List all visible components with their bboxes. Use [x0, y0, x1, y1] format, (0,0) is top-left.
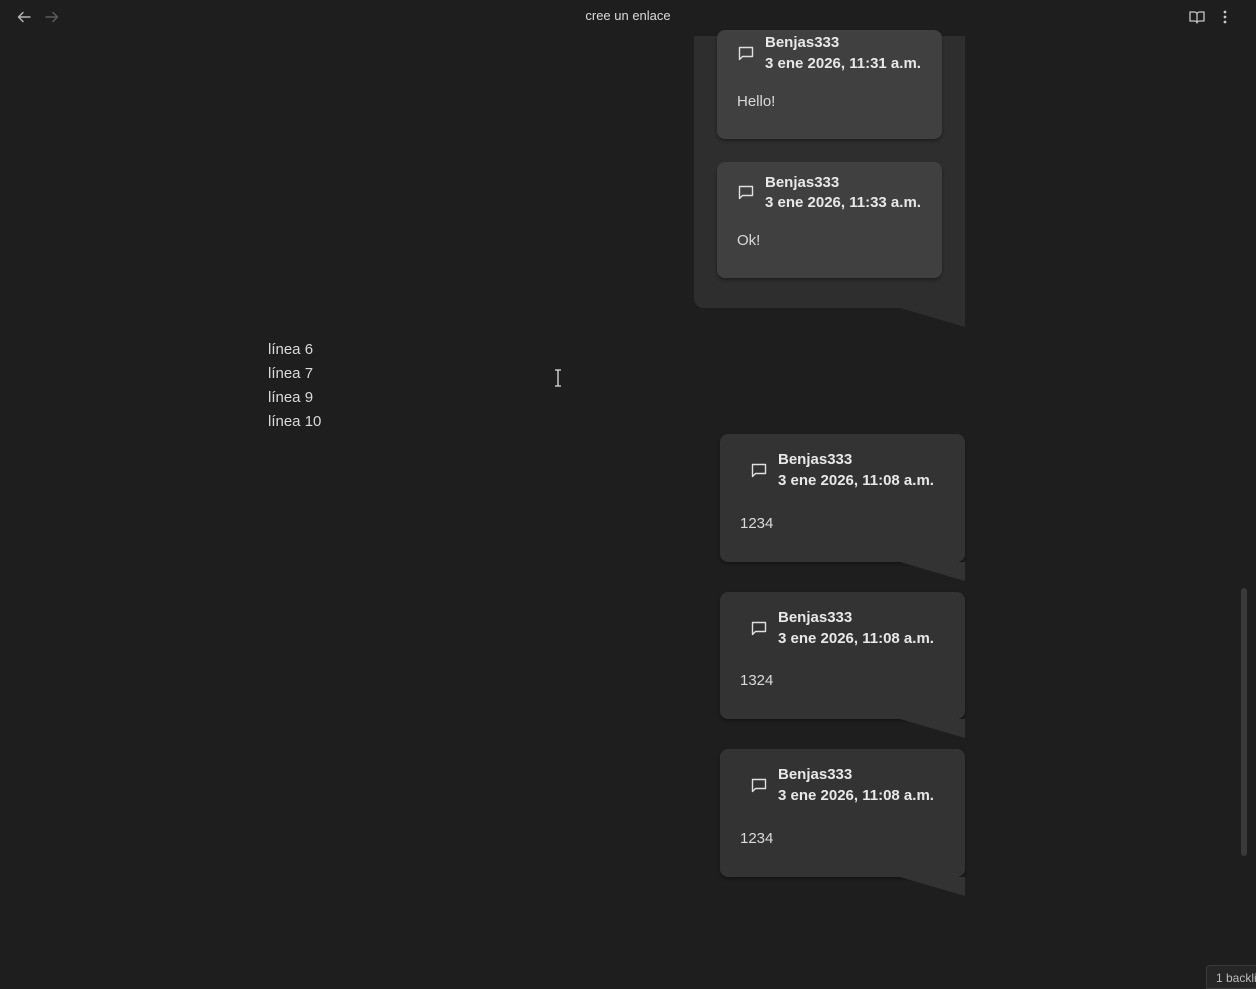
comment-text: 1234 [740, 830, 774, 847]
comment-tail [900, 562, 965, 581]
comment-tail [900, 877, 965, 896]
editor-line[interactable]: línea 10 [268, 410, 321, 434]
more-vertical-icon[interactable] [1215, 7, 1235, 27]
comment-date: 3 ene 2026, 11:08 a.m. [778, 472, 934, 489]
text-cursor-icon [553, 369, 563, 387]
editor-line[interactable]: línea 7 [268, 362, 321, 386]
book-open-icon[interactable] [1187, 7, 1207, 27]
editor-content[interactable]: línea 6 línea 7 línea 9 línea 10 [268, 338, 321, 434]
comment-date: 3 ene 2026, 11:33 a.m. [765, 194, 921, 211]
comment-author: Benjas333 [765, 174, 840, 191]
comment-icon [737, 183, 755, 201]
editor-line[interactable]: línea 6 [268, 338, 321, 362]
comment-icon [750, 461, 768, 479]
comment-text: 1324 [740, 672, 774, 689]
editor-line[interactable]: línea 9 [268, 386, 321, 410]
comment-author: Benjas333 [765, 34, 840, 51]
comment-author: Benjas333 [778, 766, 853, 783]
comment-author: Benjas333 [778, 451, 853, 468]
comment-icon [750, 776, 768, 794]
comment-tail [900, 719, 965, 738]
page-title: cree un enlace [585, 8, 671, 23]
scrollbar-thumb[interactable] [1241, 588, 1247, 856]
comment-date: 3 ene 2026, 11:08 a.m. [778, 787, 934, 804]
comment-icon [750, 619, 768, 637]
comment-icon [737, 44, 755, 62]
comment-date: 3 ene 2026, 11:08 a.m. [778, 630, 934, 647]
backlinks-button[interactable]: 1 backlink [1206, 965, 1256, 989]
title-bar: cree un enlace [0, 0, 1256, 34]
comment-thread-tail [900, 308, 965, 327]
comment-text: Ok! [737, 232, 761, 249]
comment-text: 1234 [740, 515, 774, 532]
comment-author: Benjas333 [778, 609, 853, 626]
comment-text: Hello! [737, 93, 776, 110]
comment-date: 3 ene 2026, 11:31 a.m. [765, 55, 921, 72]
